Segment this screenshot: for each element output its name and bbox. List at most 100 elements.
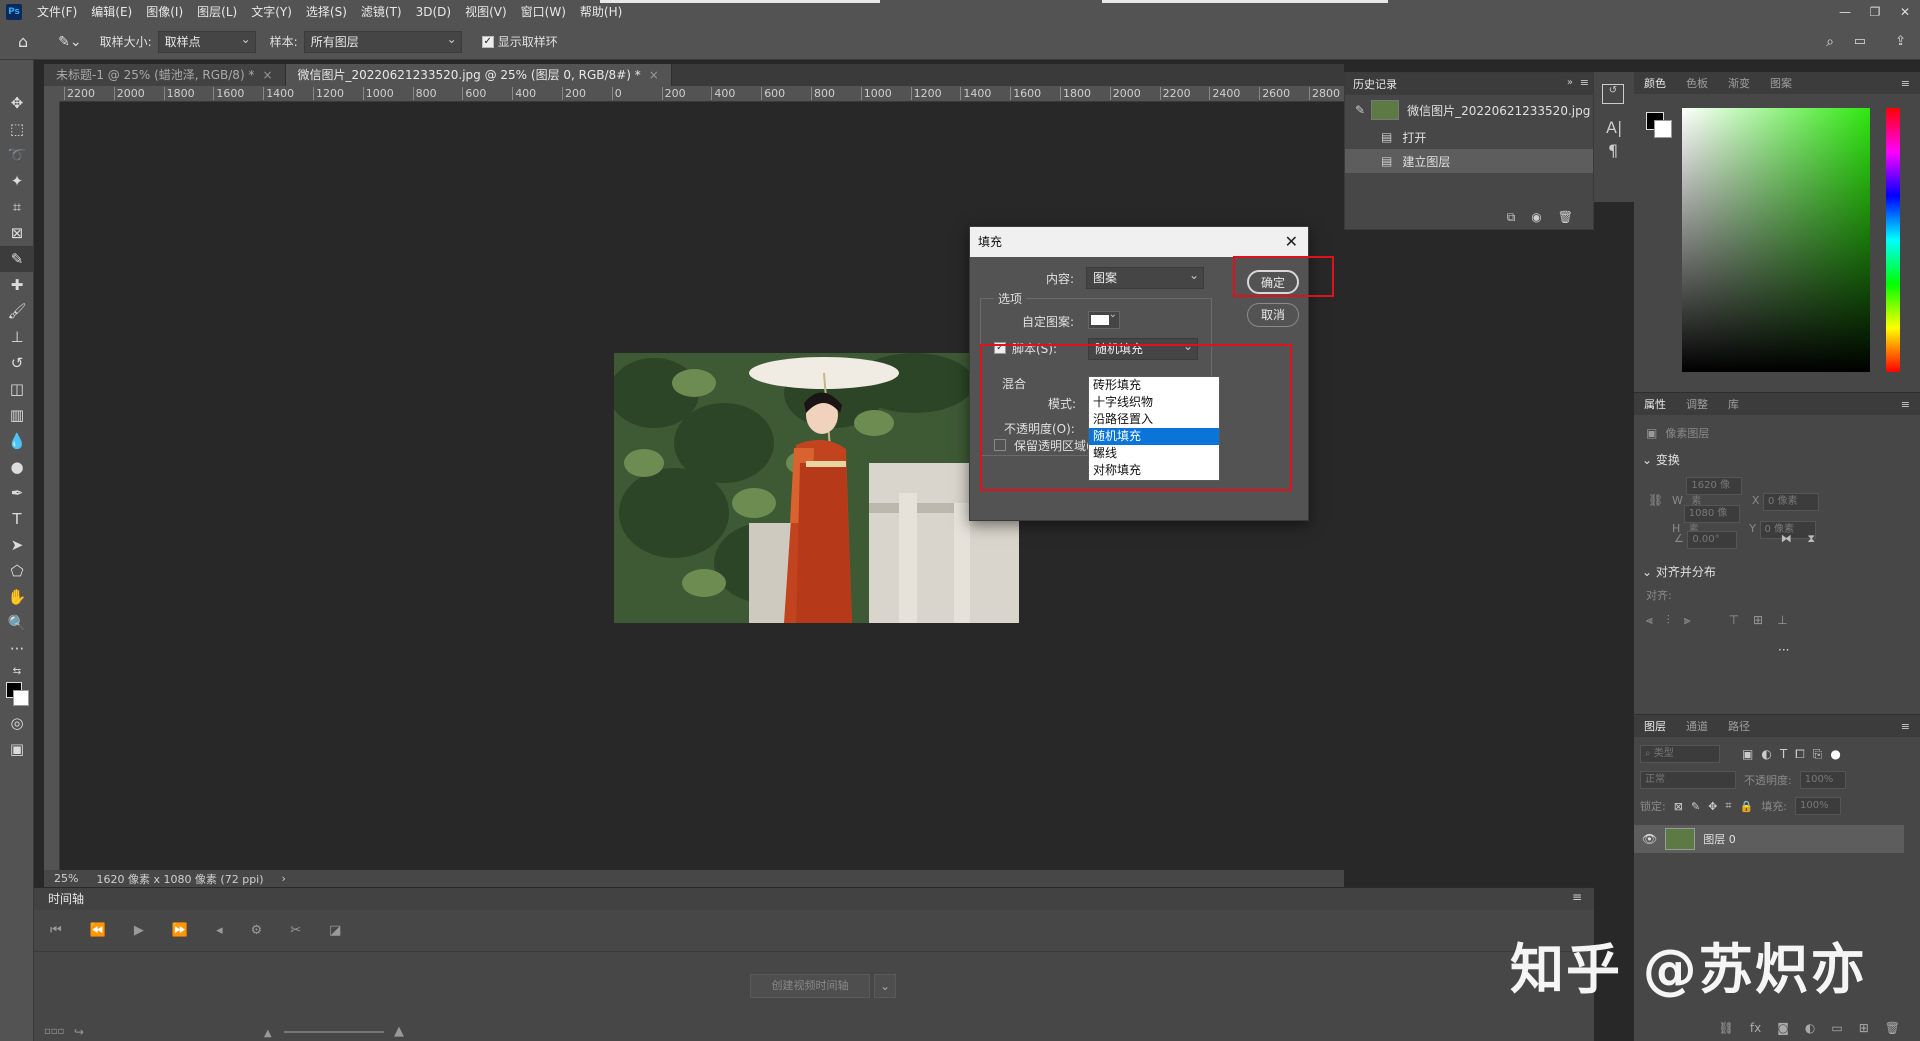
show-ring-checkbox[interactable]: ✓: [481, 35, 494, 48]
menu-help[interactable]: 帮助(H): [573, 0, 629, 24]
sample-select[interactable]: 所有图层: [303, 29, 462, 53]
quick-mask-icon[interactable]: ◎: [0, 710, 34, 736]
menu-type[interactable]: 文字(Y): [244, 0, 299, 24]
color-field[interactable]: [1682, 108, 1870, 372]
layer-filter-search[interactable]: ⌕ 类型: [1640, 745, 1720, 763]
history-panel-icon[interactable]: ↺: [1602, 84, 1624, 104]
menu-select[interactable]: 选择(S): [299, 0, 354, 24]
history-brush-icon[interactable]: ↺: [0, 350, 34, 376]
layer-row[interactable]: 👁 图层 0: [1634, 825, 1904, 853]
settings-icon[interactable]: ⚙: [251, 923, 263, 938]
search-icon[interactable]: ⌕: [1826, 34, 1834, 50]
add-mask-icon[interactable]: ◙: [1777, 1021, 1789, 1035]
swap-colors-icon[interactable]: ⇆: [0, 662, 34, 680]
marquee-tool-icon[interactable]: ⬚: [0, 116, 34, 142]
new-group-icon[interactable]: ▭: [1831, 1021, 1842, 1035]
bg-color-chip[interactable]: [1654, 120, 1672, 138]
panel-menu-icon[interactable]: ≡: [1891, 720, 1920, 733]
workspace-icon[interactable]: ▭: [1854, 34, 1866, 49]
tab-swatches[interactable]: 色板: [1676, 75, 1718, 91]
convert-icon[interactable]: ↪: [74, 1025, 84, 1039]
lasso-tool-icon[interactable]: ➰: [0, 142, 34, 168]
hue-slider[interactable]: [1886, 108, 1900, 372]
brush-tool-icon[interactable]: 🖌: [0, 298, 34, 324]
filter-type-icon[interactable]: T: [1780, 747, 1787, 761]
blur-tool-icon[interactable]: 💧: [0, 428, 34, 454]
zoom-tool-icon[interactable]: 🔍: [0, 610, 34, 636]
path-select-icon[interactable]: ➤: [0, 532, 34, 558]
flip-horizontal-icon[interactable]: ⧓: [1781, 532, 1792, 545]
prev-frame-icon[interactable]: ⏪: [90, 923, 106, 938]
new-document-icon[interactable]: ⧉: [1507, 210, 1516, 225]
audio-icon[interactable]: ◂: [216, 923, 223, 938]
filter-toggle-icon[interactable]: ●: [1830, 747, 1840, 761]
opacity-field[interactable]: 100%: [1799, 771, 1846, 789]
height-field[interactable]: 1080 像素: [1683, 505, 1740, 535]
blend-mode-select[interactable]: 正常: [1640, 771, 1736, 789]
camera-icon[interactable]: ◉: [1531, 210, 1541, 225]
close-icon[interactable]: ✕: [1285, 227, 1298, 257]
menu-image[interactable]: 图像(I): [139, 0, 190, 24]
tab-libraries[interactable]: 库: [1718, 396, 1749, 412]
move-tool-icon[interactable]: ✥: [0, 90, 34, 116]
home-icon[interactable]: ⌂: [18, 32, 28, 51]
menu-filter[interactable]: 滤镜(T): [354, 0, 409, 24]
align-top-icon[interactable]: ⊤: [1729, 613, 1739, 628]
screen-mode-icon[interactable]: ▣: [0, 736, 34, 762]
share-icon[interactable]: ⇪: [1895, 34, 1906, 49]
crop-tool-icon[interactable]: ⌗: [0, 194, 34, 220]
healing-brush-icon[interactable]: ✚: [0, 272, 34, 298]
menu-window[interactable]: 窗口(W): [514, 0, 573, 24]
align-bottom-icon[interactable]: ⊥: [1777, 613, 1787, 628]
menu-layer[interactable]: 图层(L): [190, 0, 244, 24]
menu-3d[interactable]: 3D(D): [409, 0, 458, 24]
play-icon[interactable]: ▶: [134, 923, 144, 938]
lock-move-icon[interactable]: ✥: [1708, 800, 1717, 813]
tab-color[interactable]: 颜色: [1634, 75, 1676, 91]
eraser-tool-icon[interactable]: ◫: [0, 376, 34, 402]
history-item-open[interactable]: ▤ 打开: [1345, 125, 1593, 149]
eyedropper-icon[interactable]: ✎: [0, 246, 34, 272]
tab-untitled[interactable]: 未标题-1 @ 25% (蜡池泽, RGB/8) * ×: [44, 64, 286, 86]
tab-wechat-image[interactable]: 微信图片_20220621233520.jpg @ 25% (图层 0, RGB…: [285, 64, 672, 86]
tab-adjustments[interactable]: 调整: [1676, 396, 1718, 412]
close-icon[interactable]: ×: [649, 68, 659, 82]
first-frame-icon[interactable]: ⏮: [50, 923, 62, 938]
zoom-level[interactable]: 25%: [54, 872, 78, 885]
chevron-down-icon[interactable]: ⌄: [1642, 453, 1656, 467]
sample-size-select[interactable]: 取样点: [157, 29, 256, 53]
brush-source-icon[interactable]: ✎: [1355, 103, 1365, 117]
filter-pixel-icon[interactable]: ▣: [1742, 747, 1753, 761]
frame-tool-icon[interactable]: ⊠: [0, 220, 34, 246]
panel-menu-icon[interactable]: ≡: [1580, 76, 1589, 89]
flip-vertical-icon[interactable]: ⧗: [1807, 532, 1815, 545]
fill-field[interactable]: 100%: [1795, 797, 1841, 815]
pattern-picker[interactable]: ⌄: [1088, 309, 1120, 329]
tab-layers[interactable]: 图层: [1634, 718, 1676, 734]
hand-tool-icon[interactable]: ✋: [0, 584, 34, 610]
link-icon[interactable]: ⛓: [1648, 493, 1663, 507]
tab-channels[interactable]: 通道: [1676, 718, 1718, 734]
zoom-slider[interactable]: [284, 1031, 384, 1033]
create-video-timeline-button[interactable]: 创建视频时间轴: [750, 974, 870, 998]
align-right-icon[interactable]: ⫸: [1684, 613, 1691, 628]
panel-menu-icon[interactable]: ≡: [1891, 398, 1920, 411]
shape-tool-icon[interactable]: ⬠: [0, 558, 34, 584]
align-center-icon[interactable]: ⫶: [1667, 613, 1670, 628]
restore-icon[interactable]: ❐: [1860, 0, 1890, 24]
filter-adjust-icon[interactable]: ◐: [1761, 747, 1771, 761]
chevron-down-icon[interactable]: ⌄: [874, 974, 896, 998]
chevron-down-icon[interactable]: ⌄: [1642, 565, 1656, 579]
tab-gradients[interactable]: 渐变: [1718, 75, 1760, 91]
lock-artboard-icon[interactable]: ⌗: [1725, 799, 1731, 813]
dodge-tool-icon[interactable]: ●: [0, 454, 34, 480]
eyedropper-tool-icon[interactable]: ✎⌄: [58, 34, 81, 50]
scissors-icon[interactable]: ✂: [290, 923, 301, 938]
history-item-new-layer[interactable]: ▤ 建立图层: [1345, 149, 1593, 173]
collapse-icon[interactable]: »: [1567, 77, 1573, 88]
mountain-small-icon[interactable]: ▲: [264, 1028, 272, 1039]
lock-transparency-icon[interactable]: ⊠: [1674, 800, 1683, 813]
menu-view[interactable]: 视图(V): [458, 0, 514, 24]
filter-shape-icon[interactable]: ⧠: [1795, 747, 1805, 762]
tab-paths[interactable]: 路径: [1718, 718, 1760, 734]
